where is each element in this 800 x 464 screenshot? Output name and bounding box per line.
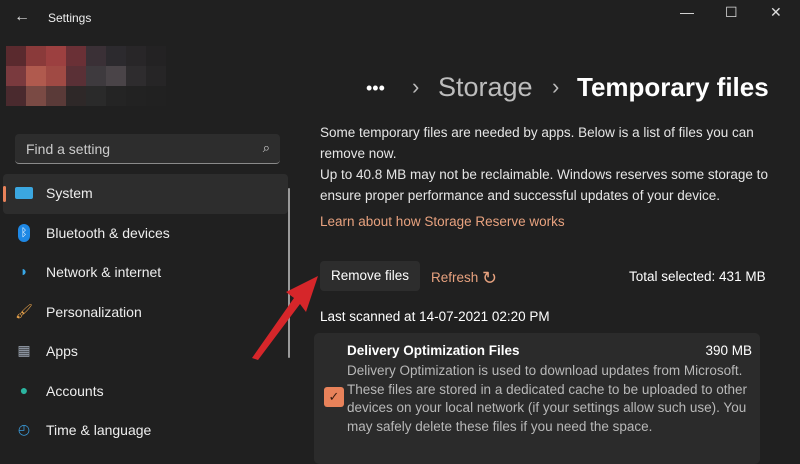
breadcrumb-more[interactable]: ••• [366, 78, 385, 99]
maximize-button[interactable]: ☐ [725, 4, 738, 21]
page-title: Temporary files [577, 72, 769, 103]
search-icon: ⌕ [263, 140, 270, 156]
chevron-right-icon: › [552, 74, 559, 100]
sidebar-item-label: Accounts [46, 383, 104, 399]
back-button[interactable]: ← [14, 8, 30, 26]
file-item-delivery-optimization[interactable]: Delivery Optimization Files 390 MB Deliv… [314, 333, 760, 464]
sidebar-item-label: Apps [46, 343, 78, 359]
sidebar-item-apps[interactable]: ▦ Apps [3, 332, 288, 372]
refresh-label: Refresh [431, 270, 478, 285]
file-name: Delivery Optimization Files [347, 343, 520, 358]
intro-text: Some temporary files are needed by apps.… [320, 122, 770, 164]
storage-reserve-link[interactable]: Learn about how Storage Reserve works [320, 214, 565, 229]
apps-icon: ▦ [15, 342, 33, 360]
total-selected: Total selected: 431 MB [629, 269, 766, 284]
breadcrumb-storage[interactable]: Storage [438, 72, 533, 103]
check-icon: ✓ [329, 389, 340, 404]
search-placeholder: Find a setting [26, 141, 110, 157]
bluetooth-icon: ᛒ [15, 224, 33, 242]
remove-files-button[interactable]: Remove files [320, 261, 420, 291]
reserve-text: Up to 40.8 MB may not be reclaimable. Wi… [320, 164, 770, 206]
sidebar-item-bluetooth[interactable]: ᛒ Bluetooth & devices [3, 214, 288, 254]
last-scanned: Last scanned at 14-07-2021 02:20 PM [320, 309, 550, 324]
sidebar-item-label: Time & language [46, 422, 151, 438]
window-title: Settings [48, 11, 91, 25]
sidebar-item-label: System [46, 185, 93, 201]
file-size: 390 MB [705, 343, 752, 358]
sidebar-nav: System ᛒ Bluetooth & devices ◗ Network & i… [3, 174, 288, 451]
sidebar-item-label: Bluetooth & devices [46, 225, 170, 241]
sidebar-item-label: Network & internet [46, 264, 161, 280]
title-bar: ← Settings — ☐ ✕ [0, 0, 800, 36]
wifi-icon: ◗ [15, 263, 33, 281]
refresh-icon: ↻ [482, 268, 497, 288]
chevron-right-icon: › [412, 74, 419, 100]
sidebar-item-label: Personalization [46, 304, 142, 320]
sidebar-item-system[interactable]: System [3, 174, 288, 214]
refresh-button[interactable]: Refresh ↻ [431, 268, 497, 289]
close-button[interactable]: ✕ [770, 4, 782, 21]
monitor-icon [15, 184, 33, 202]
search-input[interactable]: Find a setting ⌕ [15, 134, 280, 164]
minimize-button[interactable]: — [680, 4, 694, 20]
sidebar-item-time-language[interactable]: ◴ Time & language [3, 411, 288, 451]
red-arrow-annotation [248, 272, 320, 362]
sidebar-item-personalization[interactable]: 🖌 Personalization [3, 293, 288, 333]
avatar [6, 46, 176, 116]
file-description: Delivery Optimization is used to downloa… [347, 362, 757, 436]
person-icon: ● [15, 382, 33, 400]
clock-icon: ◴ [15, 421, 33, 439]
sidebar-item-network[interactable]: ◗ Network & internet [3, 253, 288, 293]
sidebar-item-accounts[interactable]: ● Accounts [3, 372, 288, 412]
brush-icon: 🖌 [15, 303, 33, 321]
file-checkbox[interactable]: ✓ [324, 387, 344, 407]
